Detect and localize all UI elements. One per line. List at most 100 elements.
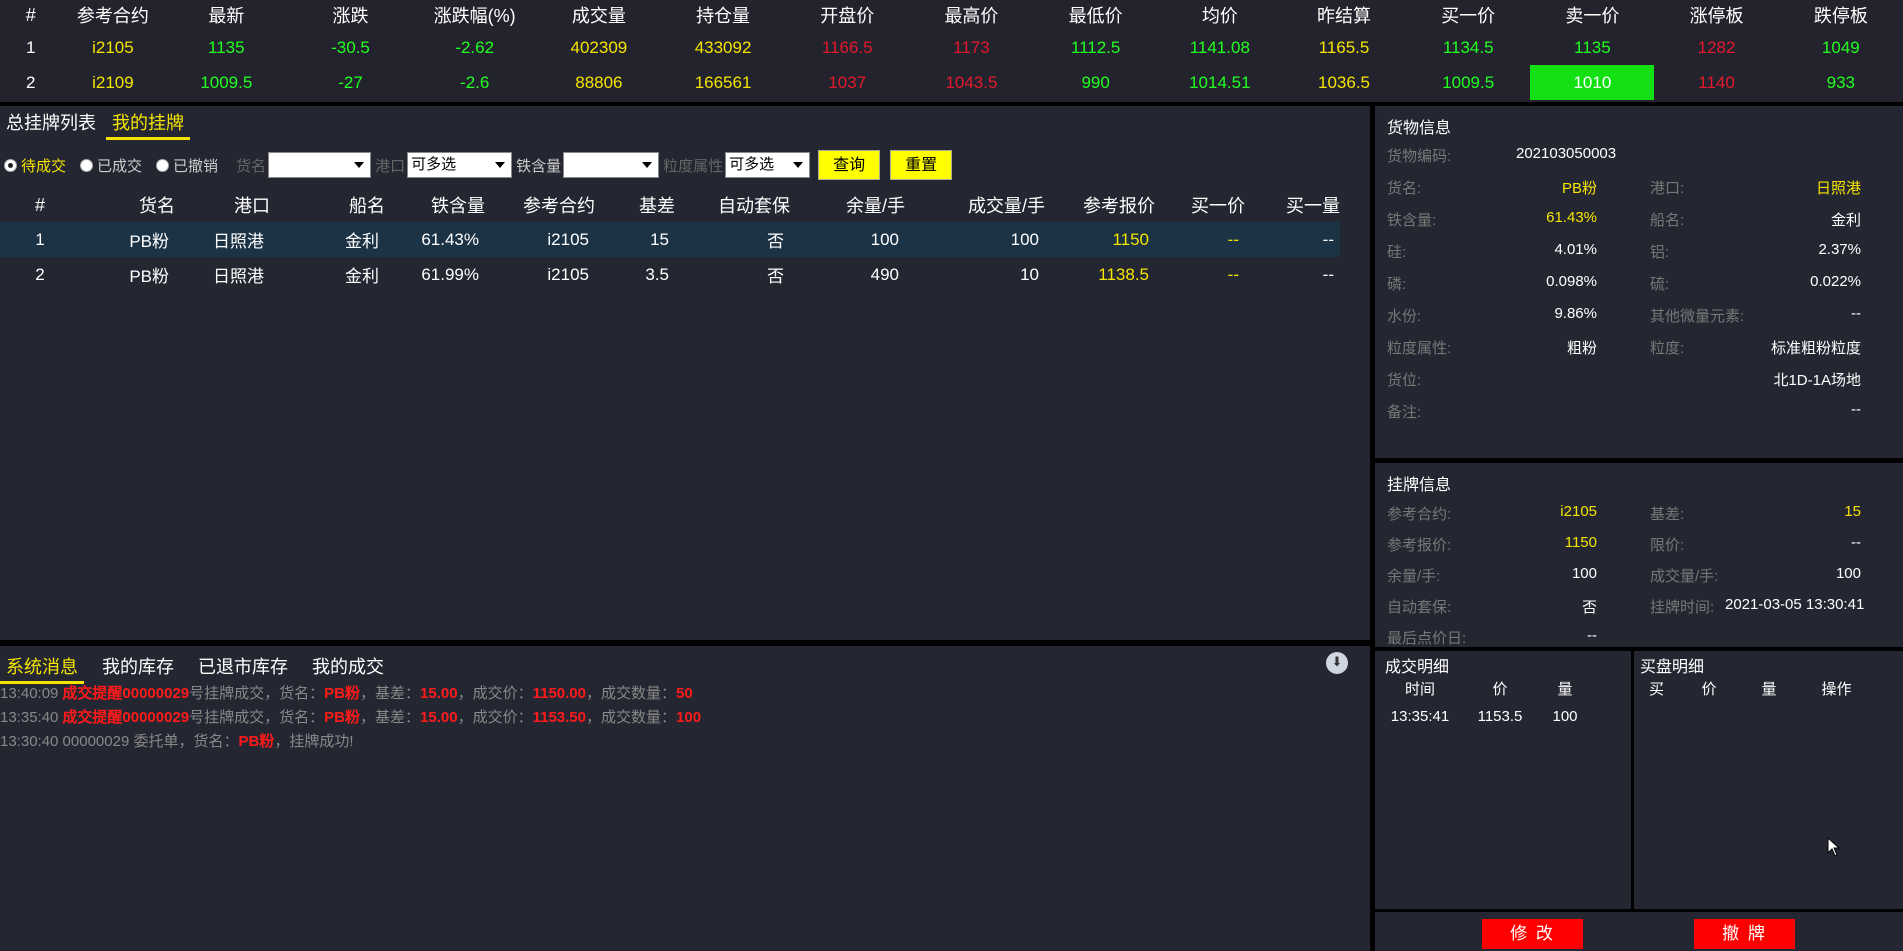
quote-cell: i2105 <box>92 37 134 57</box>
orders-header-cell[interactable]: 铁含量 <box>385 188 485 222</box>
tab-my-deals[interactable]: 我的成交 <box>306 650 390 684</box>
message-name: PB粉 <box>324 685 361 702</box>
goods-water-label: 水份: <box>1387 308 1422 325</box>
message-basis: 15.00 <box>420 685 458 702</box>
orders-header-cell[interactable]: 参考合约 <box>485 188 595 222</box>
goods-remark-value: -- <box>1851 401 1861 418</box>
tab-all-listings[interactable]: 总挂牌列表 <box>0 106 102 140</box>
goods-remark-label: 备注: <box>1387 404 1422 421</box>
withdraw-button[interactable]: 撤 牌 <box>1694 919 1795 949</box>
orders-cell: 日照港 <box>175 222 270 257</box>
tab-system-messages[interactable]: 系统消息 <box>0 650 84 684</box>
listing-last-day-label: 最后点价日: <box>1387 630 1467 647</box>
quote-cell: 1135 <box>208 37 245 57</box>
quote-header-cell: 涨停板 <box>1689 6 1744 26</box>
buy-detail-table: 买 价 量 操作 <box>1634 675 1874 701</box>
buy-detail-title: 买盘明细 <box>1640 659 1705 676</box>
port-select-value: 可多选 <box>411 156 457 173</box>
quote-header-cell: 成交量 <box>571 6 626 26</box>
quote-row[interactable]: 2 i2109 1009.5 -27 -2.6 88806 166561 1037 1043.5… <box>0 65 1903 100</box>
orders-cell: 金利 <box>345 267 379 286</box>
orders-cell: 1 <box>0 222 80 257</box>
chevron-down-icon <box>793 162 804 168</box>
goods-port-value: 日照港 <box>1815 180 1861 197</box>
listing-deal-value: 100 <box>1835 565 1861 582</box>
quote-cell: -2.62 <box>455 37 495 57</box>
listing-hedge-label: 自动套保: <box>1387 599 1452 616</box>
tab-my-listings[interactable]: 我的挂牌 <box>106 106 190 140</box>
goods-grain-value: 标准粗粉粒度 <box>1770 340 1861 357</box>
quote-header-cell: 涨跌幅(%) <box>433 6 516 26</box>
quote-header-cell: 最高价 <box>944 6 999 26</box>
quote-cell: 1 <box>26 37 36 57</box>
goods-p-value: 0.098% <box>1546 273 1597 290</box>
listing-info-panel: 挂牌信息 参考合约: i2105 基差: 15 参考报价: 1150 限价: -… <box>1375 463 1903 647</box>
quote-header-cell: 最新 <box>208 6 245 26</box>
orders-header-cell[interactable]: 基差 <box>595 188 675 222</box>
collapse-icon[interactable]: ⬇ <box>1326 652 1348 674</box>
iron-select[interactable] <box>563 152 660 178</box>
orders-cell: 2 <box>35 264 45 284</box>
listing-deal-label: 成交量/手: <box>1650 568 1719 585</box>
quote-cell: 1166.5 <box>821 37 873 57</box>
orders-header-cell[interactable]: 买一量 <box>1245 188 1340 222</box>
modify-button[interactable]: 修 改 <box>1482 919 1583 949</box>
tab-delisted-inventory[interactable]: 已退市库存 <box>192 650 294 684</box>
orders-header-cell[interactable]: 港口 <box>175 188 270 222</box>
listing-limit-label: 限价: <box>1650 537 1685 554</box>
quote-row[interactable]: 1 i2105 1135 -30.5 -2.62 402309 433092 1166.5 11… <box>0 30 1903 65</box>
filter-grain-label: 粒度属性 <box>663 157 724 175</box>
radio-pending[interactable]: 待成交 <box>4 155 66 176</box>
quote-cell: 88806 <box>575 72 623 92</box>
orders-cell: i2105 <box>485 222 595 257</box>
filter-name-label: 货名 <box>236 157 267 175</box>
radio-dealt[interactable]: 已成交 <box>80 155 142 176</box>
quote-cell: 1134.5 <box>1442 37 1494 57</box>
query-button[interactable]: 查询 <box>818 150 881 180</box>
deal-detail-panel: 成交明细 时间 价 量 13:35:41 1153.5 100 <box>1375 651 1631 909</box>
buy-header-cell: 买 <box>1648 680 1664 698</box>
tab-my-inventory[interactable]: 我的库存 <box>96 650 180 684</box>
grain-select[interactable]: 可多选 <box>725 152 811 178</box>
messages-panel: 系统消息 我的库存 已退市库存 我的成交 ⬇ 13:40:09 成交提醒00000… <box>0 646 1370 951</box>
orders-cell: 100 <box>905 222 1045 257</box>
message-t1: 号挂牌成交，货名： <box>189 709 325 726</box>
orders-header-cell[interactable]: 买一价 <box>1155 188 1245 222</box>
table-row[interactable]: 1 PB粉 日照港 金利 61.43% i2105 15 否 100 100 1150 -- -- <box>0 222 1340 257</box>
reset-button[interactable]: 重置 <box>890 150 953 180</box>
message-basis: 15.00 <box>420 709 458 726</box>
deal-row: 13:35:41 1153.5 100 <box>1375 701 1595 731</box>
port-select[interactable]: 可多选 <box>407 152 513 178</box>
orders-cell: -- <box>1155 222 1245 257</box>
quote-board: # 参考合约 最新 涨跌 涨跌幅(%) 成交量 持仓量 开盘价 最高价 最低价 均价 昨结算 买一价 卖一… <box>0 0 1903 102</box>
goods-water-value: 9.86% <box>1554 305 1597 322</box>
orders-header-cell[interactable]: # <box>0 188 80 222</box>
quote-cell: 1112.5 <box>1070 37 1121 57</box>
deal-detail-header-row: 时间 价 量 <box>1375 675 1595 701</box>
name-select[interactable] <box>268 152 372 178</box>
quote-header-cell: 跌停板 <box>1813 6 1868 26</box>
orders-header-row: # 货名 港口 船名 铁含量 参考合约 基差 自动套保 余量/手 成交量/手 参考报价 买一价 买一量 <box>0 188 1340 222</box>
table-row[interactable]: 2 PB粉 日照港 金利 61.99% i2105 3.5 否 490 10 1138.5 -- -- <box>0 257 1340 292</box>
quote-cell: 1173 <box>953 37 990 57</box>
listing-limit-value: -- <box>1851 534 1861 551</box>
radio-pending-label: 待成交 <box>21 157 67 175</box>
orders-cell: 15 <box>595 222 675 257</box>
goods-location-value: 北1D-1A场地 <box>1773 372 1861 389</box>
message-tag: 成交提醒 <box>62 709 123 726</box>
quote-cell: 433092 <box>694 37 752 57</box>
goods-si-label: 硅: <box>1387 244 1407 261</box>
quote-cell: 1014.51 <box>1189 72 1251 92</box>
listing-last-day-value: -- <box>1587 627 1597 644</box>
orders-header-cell[interactable]: 参考报价 <box>1045 188 1155 222</box>
orders-header-cell[interactable]: 货名 <box>80 188 175 222</box>
orders-header-cell[interactable]: 余量/手 <box>790 188 905 222</box>
deal-header-cell: 量 <box>1557 680 1573 698</box>
orders-header-cell[interactable]: 船名 <box>270 188 385 222</box>
goods-trace-value: -- <box>1851 305 1861 322</box>
orders-header-cell[interactable]: 成交量/手 <box>905 188 1045 222</box>
radio-cancelled[interactable]: 已撤销 <box>156 155 218 176</box>
goods-iron-label: 铁含量: <box>1387 212 1437 229</box>
chevron-down-icon <box>354 162 365 168</box>
orders-header-cell[interactable]: 自动套保 <box>675 188 790 222</box>
